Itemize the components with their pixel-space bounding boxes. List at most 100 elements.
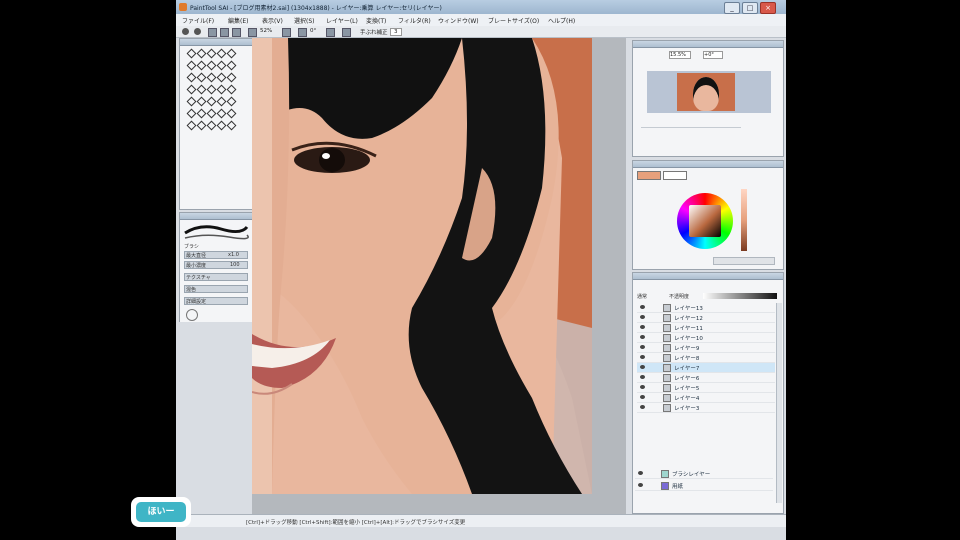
curve-icon[interactable] <box>206 72 215 81</box>
maximize-button[interactable]: □ <box>742 2 758 14</box>
custom-tool-2-icon[interactable] <box>196 120 205 129</box>
layer-row[interactable]: レイヤー3 <box>637 403 775 413</box>
eye-icon[interactable] <box>640 375 645 379</box>
navigator-titlebar[interactable] <box>633 41 783 48</box>
eyedropper-tool-icon[interactable] <box>216 48 225 57</box>
layer-titlebar[interactable] <box>633 273 783 280</box>
zoom-out-icon[interactable] <box>248 28 257 37</box>
menu-platesize[interactable]: ブレートサイズ(O) <box>488 16 539 25</box>
scale-icon[interactable] <box>226 60 235 69</box>
stabilizer-select[interactable]: 3 <box>390 28 402 36</box>
rotate-left-icon[interactable] <box>298 28 307 37</box>
dodge-tool-icon[interactable] <box>216 108 225 117</box>
select-pen-icon[interactable] <box>196 96 205 105</box>
layer-row[interactable]: レイヤー5 <box>637 383 775 393</box>
zoom-in-icon[interactable] <box>282 28 291 37</box>
smudge-tool-icon[interactable] <box>196 108 205 117</box>
background-color-swatch[interactable] <box>663 171 687 180</box>
layer-scrollbar[interactable] <box>776 303 782 503</box>
navigator-zoom[interactable]: 15.5% <box>669 51 691 59</box>
move-tool-icon[interactable] <box>226 48 235 57</box>
marker-tool-icon[interactable] <box>226 84 235 93</box>
eye-icon[interactable] <box>640 315 645 319</box>
navigator-angle[interactable]: +0° <box>703 51 723 59</box>
select-eraser-icon[interactable] <box>206 96 215 105</box>
zoom-level[interactable]: 52% <box>260 28 272 34</box>
line-icon[interactable] <box>196 72 205 81</box>
pressure-icon[interactable] <box>226 72 235 81</box>
eye-icon[interactable] <box>640 345 645 349</box>
layer-row[interactable]: レイヤー10 <box>637 333 775 343</box>
layer-row[interactable]: レイヤー8 <box>637 353 775 363</box>
show-selection-icon[interactable] <box>232 28 241 37</box>
menu-view[interactable]: 表示(V) <box>262 16 283 25</box>
undo-icon[interactable] <box>182 28 189 35</box>
bucket-tool-icon[interactable] <box>216 96 225 105</box>
color-square[interactable] <box>689 205 721 237</box>
layer-row[interactable]: レイヤー9 <box>637 343 775 353</box>
lasso-icon[interactable] <box>196 60 205 69</box>
select-rect-icon[interactable] <box>186 60 195 69</box>
eye-icon[interactable] <box>640 305 645 309</box>
flip-icon[interactable] <box>342 28 351 37</box>
eye-icon[interactable] <box>640 365 645 369</box>
rotate-tool-icon[interactable] <box>196 48 205 57</box>
menu-file[interactable]: ファイル(F) <box>182 16 214 25</box>
menu-help[interactable]: ヘルプ(H) <box>548 16 575 25</box>
eye-icon[interactable] <box>638 471 643 475</box>
zoom-tool-icon[interactable] <box>186 48 195 57</box>
custom-tool-4-icon[interactable] <box>216 120 225 129</box>
layer-row-paper[interactable]: 用紙 <box>635 481 773 491</box>
title-bar[interactable]: PaintTool SAI - [ブログ用素材2.sai] (1304x1888… <box>176 0 786 15</box>
eye-icon[interactable] <box>640 355 645 359</box>
color-mode-buttons[interactable] <box>713 257 775 265</box>
eye-icon[interactable] <box>640 405 645 409</box>
custom-tool-1-icon[interactable] <box>186 120 195 129</box>
layer-row[interactable]: レイヤー13 <box>637 303 775 313</box>
color-wheel[interactable] <box>677 193 733 249</box>
rotate-value[interactable]: 0° <box>310 28 316 34</box>
navigator-controls[interactable] <box>641 127 741 150</box>
watercolor-tool-icon[interactable] <box>216 84 225 93</box>
magic-wand-icon[interactable] <box>206 60 215 69</box>
pen-icon[interactable] <box>186 72 195 81</box>
foreground-color-swatch[interactable] <box>637 171 661 180</box>
eye-icon[interactable] <box>640 395 645 399</box>
layer-row[interactable]: レイヤー12 <box>637 313 775 323</box>
menu-layer[interactable]: レイヤー(L) <box>326 16 358 25</box>
menu-filter[interactable]: フィルタ(R) <box>398 16 431 25</box>
close-button[interactable]: × <box>760 2 776 14</box>
value-slider[interactable] <box>741 189 747 251</box>
transform-icon[interactable] <box>216 60 225 69</box>
eye-icon[interactable] <box>640 385 645 389</box>
airbrush-tool-icon[interactable] <box>196 84 205 93</box>
menu-transform[interactable]: 変換(T) <box>366 16 386 25</box>
pencil-tool-icon[interactable] <box>186 84 195 93</box>
brush-tool-icon[interactable] <box>206 84 215 93</box>
burn-tool-icon[interactable] <box>226 108 235 117</box>
layer-row[interactable]: レイヤー11 <box>637 323 775 333</box>
layer-row-selected[interactable]: レイヤー7 <box>637 363 775 373</box>
layer-row[interactable]: レイヤー4 <box>637 393 775 403</box>
blur-tool-icon[interactable] <box>186 108 195 117</box>
tool-palette-titlebar[interactable] <box>180 39 252 46</box>
invert-selection-icon[interactable] <box>220 28 229 37</box>
binary-pen-icon[interactable] <box>226 96 235 105</box>
layer-row-folder[interactable]: ブラシレイヤー <box>635 469 773 479</box>
menu-edit[interactable]: 編集(E) <box>228 16 248 25</box>
edit-icon[interactable] <box>216 72 225 81</box>
deselect-icon[interactable] <box>208 28 217 37</box>
layer-row[interactable]: レイヤー6 <box>637 373 775 383</box>
canvas-area[interactable] <box>252 38 626 514</box>
brush-panel-titlebar[interactable] <box>180 213 252 220</box>
eraser-tool-icon[interactable] <box>186 96 195 105</box>
eye-icon[interactable] <box>640 325 645 329</box>
rotate-right-icon[interactable] <box>326 28 335 37</box>
menu-select[interactable]: 選択(S) <box>294 16 315 25</box>
navigator-thumbnail[interactable] <box>647 71 771 113</box>
custom-tool-5-icon[interactable] <box>226 120 235 129</box>
custom-tool-3-icon[interactable] <box>206 120 215 129</box>
eye-icon[interactable] <box>640 335 645 339</box>
color-titlebar[interactable] <box>633 161 783 168</box>
hand-tool-icon[interactable] <box>206 48 215 57</box>
